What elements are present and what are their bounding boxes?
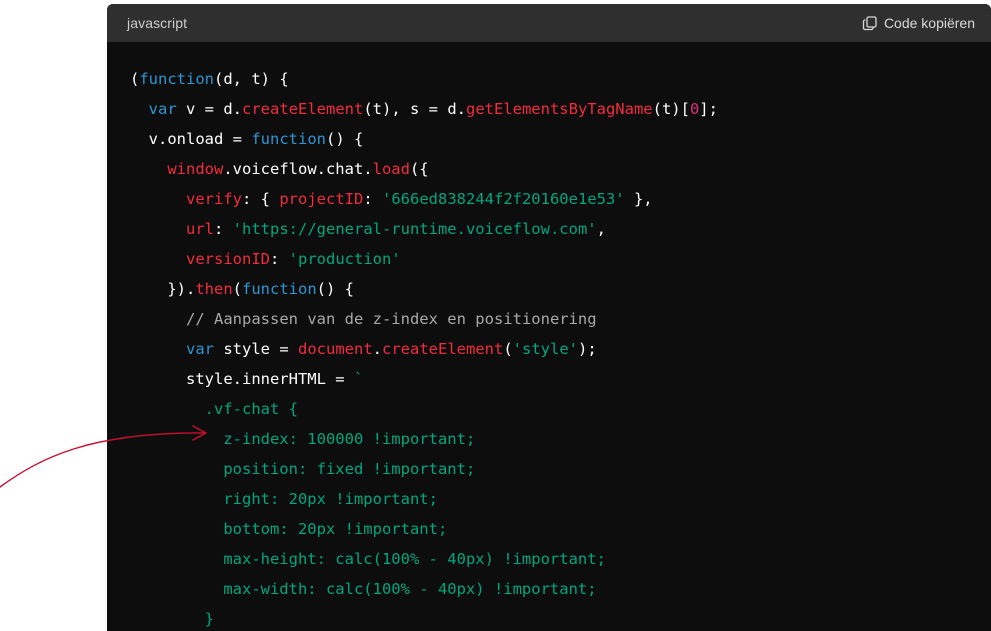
code-token: }). <box>130 280 196 298</box>
code-token: ( <box>130 70 140 88</box>
code-token: url <box>186 220 214 238</box>
code-token: ({ <box>409 160 429 178</box>
code-token: versionID <box>186 250 270 268</box>
copy-code-label: Code kopiëren <box>883 15 975 31</box>
code-token: position: fixed !important; <box>130 460 476 478</box>
code-line: } <box>130 604 991 631</box>
code-token: (t), s = d. <box>363 100 466 118</box>
code-token: right: 20px !important; <box>130 490 438 508</box>
code-token: function <box>251 130 326 148</box>
code-token: () { <box>325 130 364 148</box>
code-line: var style = document.createElement('styl… <box>130 334 991 364</box>
code-token: 'https://general-runtime.voiceflow.com' <box>232 220 597 238</box>
code-token: . <box>372 340 382 358</box>
language-label: javascript <box>127 15 188 31</box>
code-token: ]; <box>699 100 718 118</box>
code-token: window <box>167 160 224 178</box>
code-line: v.onload = function() { <box>130 124 991 154</box>
code-token: (t)[ <box>652 100 690 118</box>
code-line: bottom: 20px !important; <box>130 514 991 544</box>
code-token: createElement <box>242 100 364 118</box>
code-token: style = <box>214 340 298 358</box>
code-token: : <box>270 250 289 268</box>
code-token: .vf-chat { <box>130 400 298 418</box>
code-token: getElementsByTagName <box>465 100 653 118</box>
code-token: var <box>186 340 214 358</box>
code-token: : <box>214 220 233 238</box>
code-line: // Aanpassen van de z-index en positione… <box>130 304 991 334</box>
code-token: ); <box>578 340 597 358</box>
code-line: versionID: 'production' <box>130 244 991 274</box>
code-content: (function(d, t) { var v = d.createElemen… <box>107 42 991 631</box>
code-token: .voiceflow.chat. <box>223 160 373 178</box>
code-token: v = d. <box>176 100 242 118</box>
code-token: } <box>130 610 214 628</box>
code-header: javascript Code kopiëren <box>107 4 991 42</box>
code-token: // Aanpassen van de z-index en positione… <box>186 310 597 328</box>
code-token: function <box>242 280 317 298</box>
code-line: style.innerHTML = ` <box>130 364 991 394</box>
code-token: bottom: 20px !important; <box>130 520 448 538</box>
code-line: right: 20px !important; <box>130 484 991 514</box>
code-token: : <box>363 190 382 208</box>
code-token: ( <box>232 280 242 298</box>
code-line: z-index: 100000 !important; <box>130 424 991 454</box>
code-token: v.onload = <box>130 130 252 148</box>
code-token: z-index: 100000 !important; <box>130 430 476 448</box>
code-token: }, <box>624 190 653 208</box>
code-line: }).then(function() { <box>130 274 991 304</box>
code-line: max-height: calc(100% - 40px) !important… <box>130 544 991 574</box>
code-token: '666ed838244f2f20160e1e53' <box>382 190 625 208</box>
code-line: max-width: calc(100% - 40px) !important; <box>130 574 991 604</box>
code-token: var <box>148 100 177 118</box>
code-token: ( <box>503 340 513 358</box>
code-token: verify <box>186 190 242 208</box>
copy-code-button[interactable]: Code kopiëren <box>862 15 975 31</box>
code-token: load <box>372 160 410 178</box>
code-token: (d, t) { <box>214 70 289 88</box>
code-token: 0 <box>689 100 700 118</box>
code-token: function <box>139 70 214 88</box>
code-token: then <box>195 280 233 298</box>
code-line: verify: { projectID: '666ed838244f2f2016… <box>130 184 991 214</box>
code-line: position: fixed !important; <box>130 454 991 484</box>
code-token: projectID <box>279 190 364 208</box>
code-token: () { <box>316 280 354 298</box>
code-block: javascript Code kopiëren (function(d, t)… <box>107 4 991 631</box>
code-token: 'style' <box>512 340 578 358</box>
code-token: ` <box>353 370 364 388</box>
copy-icon <box>862 16 877 31</box>
code-line: .vf-chat { <box>130 394 991 424</box>
code-token: : { <box>242 190 280 208</box>
code-token: 'production' <box>288 250 401 268</box>
code-token: max-height: calc(100% - 40px) !important… <box>130 550 606 568</box>
code-token: style.innerHTML = <box>130 370 354 388</box>
code-token: , <box>596 220 606 238</box>
code-token: createElement <box>382 340 504 358</box>
code-token: document <box>298 340 373 358</box>
code-line: url: 'https://general-runtime.voiceflow.… <box>130 214 991 244</box>
code-line: (function(d, t) { <box>130 64 991 94</box>
code-token: max-width: calc(100% - 40px) !important; <box>130 580 597 598</box>
code-line: window.voiceflow.chat.load({ <box>130 154 991 184</box>
code-line: var v = d.createElement(t), s = d.getEle… <box>130 94 991 124</box>
